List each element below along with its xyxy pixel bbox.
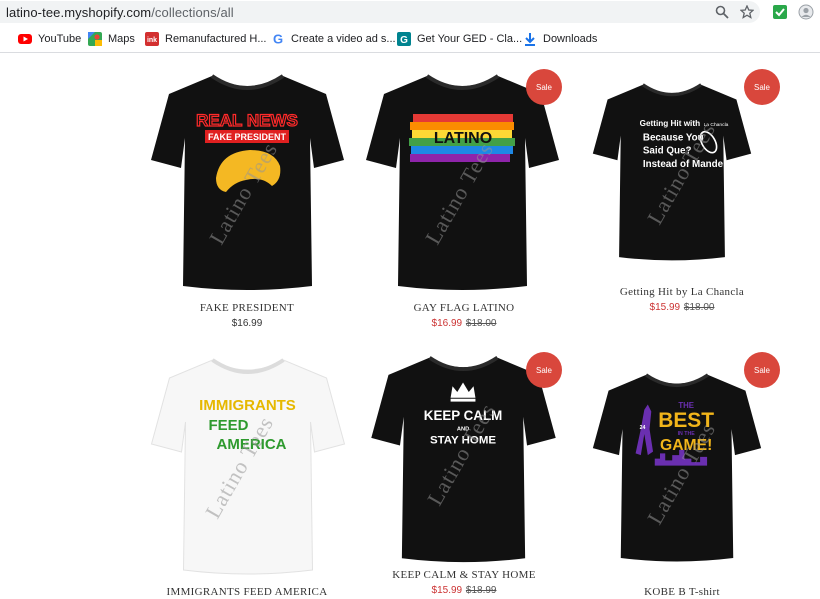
design-text: FEED [209, 417, 249, 434]
star-icon[interactable] [739, 4, 755, 20]
product-title[interactable]: KEEP CALM & STAY HOME [364, 569, 564, 581]
product-price: $15.99 $18.99 [431, 585, 497, 596]
bookmark-downloads[interactable]: Downloads [523, 31, 597, 47]
profile-icon[interactable] [798, 4, 814, 20]
ink-icon: ink [145, 32, 159, 46]
svg-text:G: G [273, 32, 283, 46]
product-title[interactable]: GAY FLAG LATINO [364, 302, 564, 314]
design-text: Getting Hit with [640, 119, 701, 128]
maps-icon [88, 32, 102, 46]
browser-toolbar: latino-tee.myshopify.com/collections/all [0, 0, 820, 26]
bookmarks-bar: l YouTube Maps ink Remanufactured H... G… [0, 26, 820, 53]
design-text: FAKE PRESIDENT [208, 132, 287, 142]
sale-badge: Sale [744, 352, 780, 388]
zoom-icon[interactable] [714, 4, 730, 20]
ged-icon: G [397, 32, 411, 46]
svg-text:ink: ink [147, 37, 157, 44]
bookmark-remanufactured[interactable]: ink Remanufactured H... [145, 31, 267, 47]
product-title[interactable]: IMMIGRANTS FEED AMERICA [147, 586, 347, 598]
extension-check-icon[interactable] [772, 4, 788, 20]
download-icon [523, 32, 537, 46]
sale-badge: Sale [526, 69, 562, 105]
sale-badge: Sale [744, 69, 780, 105]
bookmark-create-video-ad[interactable]: G Create a video ad s... [271, 31, 396, 47]
design-text: REAL NEWS [196, 111, 298, 130]
product-title[interactable]: KOBE B T-shirt [582, 586, 782, 598]
youtube-icon [18, 32, 32, 46]
design-text: IMMIGRANTS [199, 397, 296, 414]
product-title[interactable]: FAKE PRESIDENT [147, 302, 347, 314]
sale-badge: Sale [526, 352, 562, 388]
bookmark-youtube[interactable]: YouTube [18, 31, 81, 47]
address-bar[interactable]: latino-tee.myshopify.com/collections/all [0, 1, 760, 23]
product-price: $16.99 [231, 318, 263, 329]
url-text[interactable]: latino-tee.myshopify.com/collections/all [6, 5, 234, 20]
bookmark-get-your-ged[interactable]: G Get Your GED - Cla... [397, 31, 522, 47]
svg-text:G: G [400, 35, 408, 46]
bookmark-maps[interactable]: Maps [88, 31, 135, 47]
design-text: 24 [640, 425, 646, 431]
product-title[interactable]: Getting Hit by La Chancla [582, 286, 782, 298]
product-price: $15.99 $18.00 [649, 302, 715, 313]
google-icon: G [271, 32, 285, 46]
product-price: $16.99 $18.00 [431, 318, 497, 329]
